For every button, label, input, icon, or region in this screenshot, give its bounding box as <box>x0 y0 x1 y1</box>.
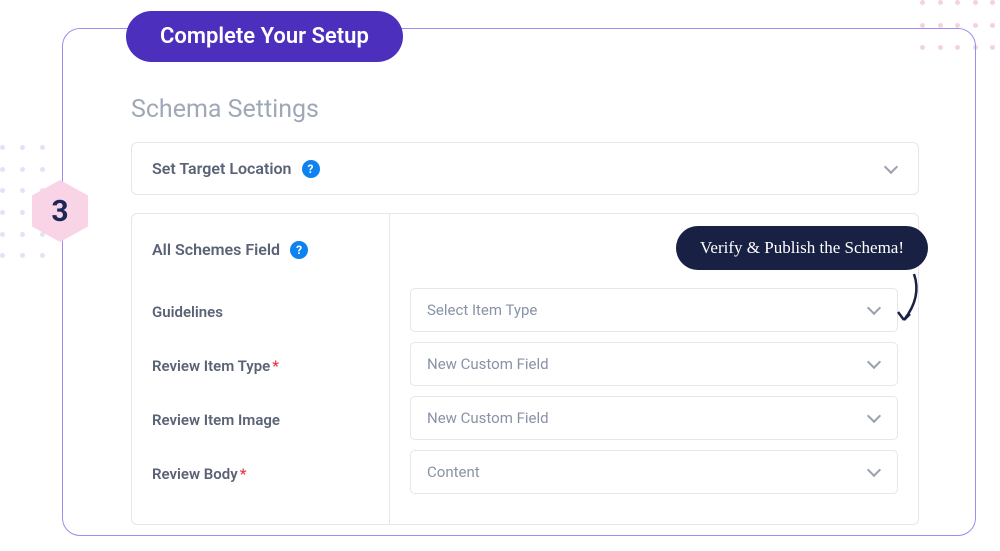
fields-right-column: Verify & Publish the Schema! Select Item… <box>390 214 918 524</box>
callout-arrow-icon <box>894 272 924 327</box>
select-value: Select Item Type <box>427 301 537 319</box>
callout-bubble: Verify & Publish the Schema! <box>676 226 928 270</box>
fields-left-column: All Schemes Field ? Guidelines Review It… <box>132 214 390 524</box>
setup-header-pill: Complete Your Setup <box>126 11 403 62</box>
select-guidelines[interactable]: Select Item Type <box>410 288 898 332</box>
field-label-review-body: Review Body* <box>152 447 369 501</box>
target-location-label: Set Target Location <box>152 159 292 178</box>
chevron-down-icon <box>867 357 881 371</box>
select-review-item-type[interactable]: New Custom Field <box>410 342 898 386</box>
field-label-guidelines: Guidelines <box>152 285 369 339</box>
select-review-item-image[interactable]: New Custom Field <box>410 396 898 440</box>
select-value: Content <box>427 463 480 481</box>
main-container: Schema Settings Set Target Location ? Al… <box>62 28 976 536</box>
chevron-down-icon <box>867 411 881 425</box>
select-value: New Custom Field <box>427 409 549 427</box>
field-label-review-item-image: Review Item Image <box>152 393 369 447</box>
chevron-down-icon <box>867 303 881 317</box>
select-value: New Custom Field <box>427 355 549 373</box>
chevron-down-icon <box>884 162 898 176</box>
help-icon[interactable]: ? <box>302 160 320 178</box>
all-schemes-field-heading: All Schemes Field <box>152 240 280 259</box>
field-label-review-item-type: Review Item Type* <box>152 339 369 393</box>
select-review-body[interactable]: Content <box>410 450 898 494</box>
set-target-location-row[interactable]: Set Target Location ? <box>131 142 919 195</box>
chevron-down-icon <box>867 465 881 479</box>
fields-card: All Schemes Field ? Guidelines Review It… <box>131 213 919 525</box>
section-title: Schema Settings <box>131 95 919 124</box>
help-icon[interactable]: ? <box>290 241 308 259</box>
